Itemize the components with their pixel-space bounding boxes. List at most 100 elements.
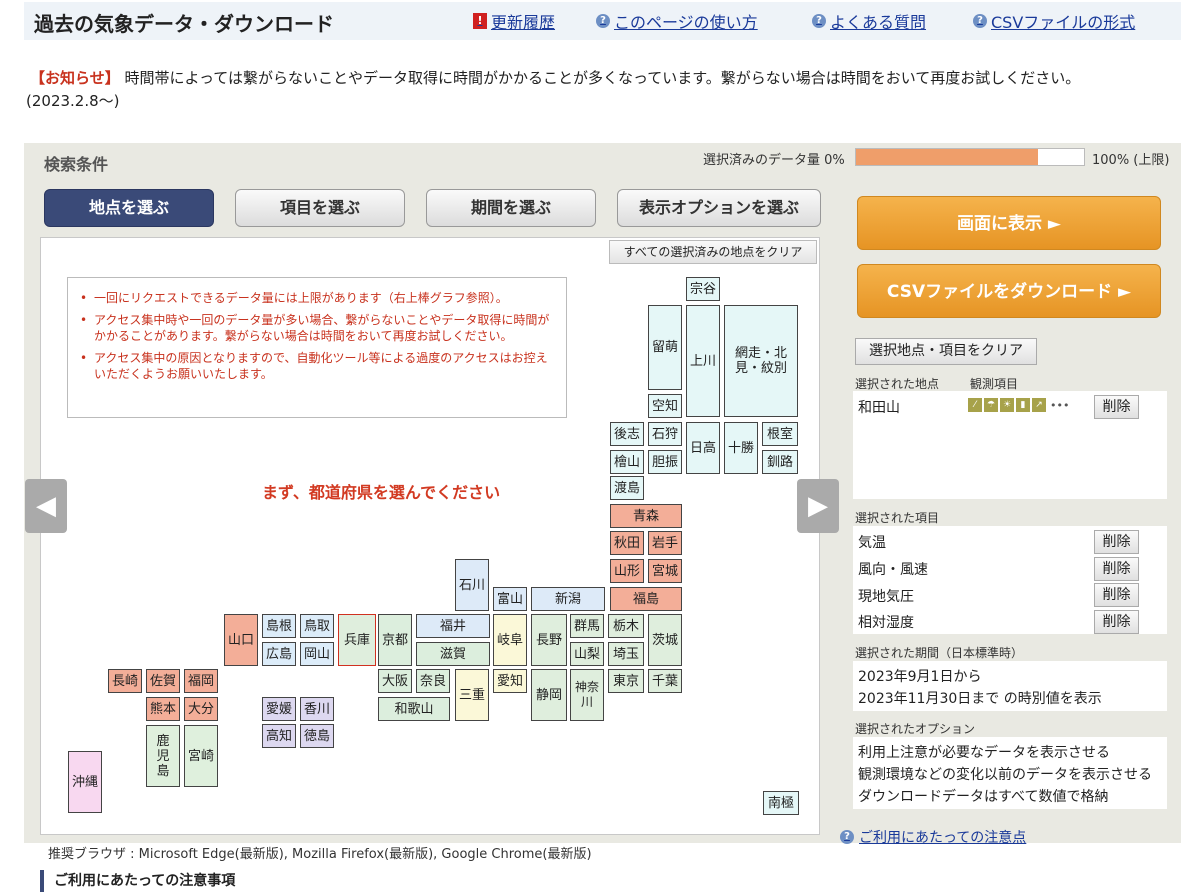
pref-shimane[interactable]: 島根 [262,614,296,638]
option-item: 観測環境などの変化以前のデータを表示させる [858,767,1152,783]
pref-fukuoka[interactable]: 福岡 [184,669,218,693]
pref-hyogo[interactable]: 兵庫 [338,614,376,666]
pref-shiribeshi[interactable]: 後志 [610,422,644,446]
tab-display-options[interactable]: 表示オプションを選ぶ [617,189,821,227]
pref-yamanashi[interactable]: 山梨 [570,642,604,666]
clear-selection-button[interactable]: 選択地点・項目をクリア [855,338,1037,365]
pref-toyama[interactable]: 富山 [493,587,527,611]
choose-prefecture-message: まず、都道府県を選んでください [262,483,501,502]
display-on-screen-button[interactable]: 画面に表示 ► [857,196,1161,250]
notice-date: (2023.2.8〜) [26,92,120,110]
prev-arrow-button[interactable]: ◀ [25,479,67,533]
selected-items-label: 選択された項目 [855,511,940,525]
pref-fukui[interactable]: 福井 [416,614,490,638]
pref-tokachi[interactable]: 十勝 [724,422,758,474]
pref-osaka[interactable]: 大阪 [378,669,412,693]
delete-point-button[interactable]: 削除 [1094,395,1139,419]
note-item: 一回にリクエストできるデータ量には上限があります（右上棒グラフ参照）。 [80,290,556,306]
pref-nemuro[interactable]: 根室 [762,422,798,446]
pref-niigata[interactable]: 新潟 [531,587,605,611]
pref-nara[interactable]: 奈良 [416,669,450,693]
more-icons: ••• [1050,398,1070,412]
pref-aichi[interactable]: 愛知 [493,669,527,693]
csv-download-button[interactable]: CSVファイルをダウンロード ► [857,264,1161,318]
clear-all-points-button[interactable]: すべての選択済みの地点をクリア [609,240,817,264]
pref-tokushima[interactable]: 徳島 [300,724,334,748]
pref-saga[interactable]: 佐賀 [146,669,180,693]
pref-gunma[interactable]: 群馬 [570,614,604,638]
pref-ibaraki[interactable]: 茨城 [648,614,682,666]
pref-kochi[interactable]: 高知 [262,724,296,748]
pref-iwate[interactable]: 岩手 [648,531,682,555]
pref-chiba[interactable]: 千葉 [648,669,682,693]
pref-soya[interactable]: 宗谷 [686,277,720,301]
pref-hidaka[interactable]: 日高 [686,422,720,474]
pref-nagano[interactable]: 長野 [531,614,567,666]
data-amount-fill [856,149,1039,165]
alert-icon: ! [473,13,487,29]
pref-hiyama[interactable]: 檜山 [610,450,644,474]
obs-items-label: 観測項目 [970,377,1019,391]
tab-choose-item[interactable]: 項目を選ぶ [235,189,405,227]
pref-ishikawa[interactable]: 石川 [455,559,489,611]
pref-iburi[interactable]: 胆振 [648,450,682,474]
how-to-use-link[interactable]: ? このページの使い方 [596,9,758,33]
faq-link[interactable]: ? よくある質問 [812,9,926,33]
pref-saitama[interactable]: 埼玉 [608,642,644,666]
pref-ehime[interactable]: 愛媛 [262,697,296,721]
notice: 【お知らせ】 時間帯によっては繋がらないことやデータ取得に時間がかかることが多く… [30,66,1170,90]
pref-akita[interactable]: 秋田 [610,531,644,555]
pref-oshima[interactable]: 渡島 [610,476,644,500]
selected-item: 気温 [858,535,886,551]
pref-ishikari[interactable]: 石狩 [648,422,682,446]
delete-item-button[interactable]: 削除 [1094,530,1139,554]
pref-mie[interactable]: 三重 [455,669,489,721]
pref-kagoshima[interactable]: 鹿児島 [146,725,180,787]
pref-tokyo[interactable]: 東京 [608,669,644,693]
pref-miyagi[interactable]: 宮城 [648,559,682,583]
pref-nankyoku[interactable]: 南極 [763,791,799,815]
pref-hiroshima[interactable]: 広島 [262,642,296,666]
pref-okinawa[interactable]: 沖縄 [68,751,102,813]
delete-item-button[interactable]: 削除 [1094,610,1139,634]
pref-kumamoto[interactable]: 熊本 [146,697,180,721]
pref-yamagata[interactable]: 山形 [610,559,644,583]
pref-abashiri[interactable]: 網走・北見・紋別 [724,305,798,417]
question-icon: ? [840,830,854,844]
note-item: アクセス集中時や一回のデータ量が多い場合、繋がらないことやデータ取得に時間がかか… [80,312,556,344]
pref-oita[interactable]: 大分 [184,697,218,721]
pref-aomori[interactable]: 青森 [610,504,682,528]
data-amount-max: 100% (上限) [1092,153,1170,168]
pref-nagasaki[interactable]: 長崎 [108,669,142,693]
pref-gifu[interactable]: 岐阜 [493,614,527,666]
pref-wakayama[interactable]: 和歌山 [378,697,450,721]
wind-icon: ↗ [1032,398,1046,412]
pref-miyazaki[interactable]: 宮崎 [184,725,218,787]
csv-format-link[interactable]: ? CSVファイルの形式 [973,9,1135,33]
usage-notes-link[interactable]: ? ご利用にあたっての注意点 [840,827,1026,847]
pref-rumoi[interactable]: 留萌 [648,305,682,390]
pref-sorachi[interactable]: 空知 [648,394,682,418]
tab-choose-period[interactable]: 期間を選ぶ [426,189,596,227]
tab-choose-point[interactable]: 地点を選ぶ [44,189,214,227]
options-label: 選択されたオプション [855,722,976,736]
update-history-link[interactable]: ! 更新履歴 [473,9,555,33]
pref-kamikawa[interactable]: 上川 [686,305,720,417]
pref-kyoto[interactable]: 京都 [378,614,412,666]
pref-shiga[interactable]: 滋賀 [416,642,490,666]
pref-kagawa[interactable]: 香川 [300,697,334,721]
next-arrow-button[interactable]: ▶ [797,479,839,533]
pref-kushiro[interactable]: 釧路 [762,450,798,474]
data-amount-label: 選択済みのデータ量 0% [703,153,845,168]
pref-fukushima[interactable]: 福島 [610,587,682,611]
pref-kanagawa[interactable]: 神奈川 [570,669,604,721]
delete-item-button[interactable]: 削除 [1094,583,1139,607]
note-item: アクセス集中の原因となりますので、自動化ツール等による過度のアクセスはお控えいた… [80,350,556,382]
pref-yamaguchi[interactable]: 山口 [224,614,258,666]
obs-icons: ⁄ ☂ ☀ ▮ ↗ ••• [968,398,1069,412]
delete-item-button[interactable]: 削除 [1094,557,1139,581]
pref-tottori[interactable]: 鳥取 [300,614,334,638]
pref-okayama[interactable]: 岡山 [300,642,334,666]
pref-shizuoka[interactable]: 静岡 [531,669,567,721]
pref-tochigi[interactable]: 栃木 [608,614,644,638]
